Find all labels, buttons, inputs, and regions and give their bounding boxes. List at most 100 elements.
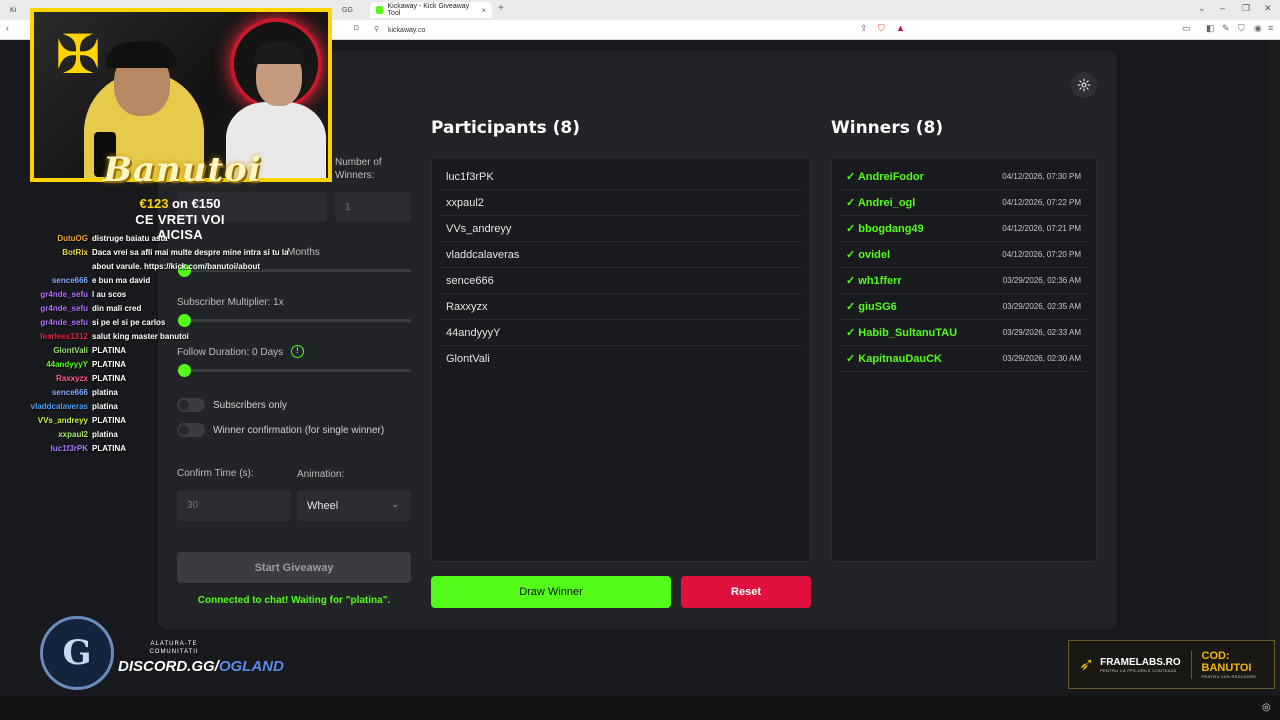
animation-select[interactable]: Wheel ⌄ (297, 490, 411, 521)
chat-message: GlontVali PLATINA (53, 346, 127, 355)
animation-label: Animation: (297, 469, 345, 480)
winner-name: ✓ wh1fferr (846, 275, 902, 287)
brave-shield-icon[interactable]: ⛉ (878, 23, 885, 34)
chat-message: 44andyyyY PLATINA (46, 360, 127, 369)
extensions-icon[interactable]: ✎ (1222, 23, 1230, 34)
settings-button[interactable] (1071, 72, 1097, 98)
kick-favicon-icon (376, 6, 384, 14)
chat-message: vladdcalaveras platina (30, 402, 118, 411)
winner-date: 04/12/2026, 07:21 PM (1002, 224, 1081, 233)
winner-row: ✓ giuSG6 03/29/2026, 02:35 AM (840, 294, 1088, 320)
chat-message: gr4nde_sefu din mali cred (40, 304, 142, 313)
winner-date: 03/29/2026, 02:35 AM (1002, 302, 1081, 311)
scrollbar[interactable] (1270, 40, 1280, 696)
divider (1190, 650, 1192, 679)
winner-row: ✓ Habib_SultanuTAU 03/29/2026, 02:33 AM (840, 320, 1088, 346)
cross-emblem-icon: ✠ (55, 25, 101, 85)
restore-button[interactable]: ❐ (1242, 3, 1250, 14)
donation-goal: €123 on €150 (139, 196, 221, 211)
bookmark-icon[interactable]: ⌑ (354, 23, 359, 34)
winner-date: 04/12/2026, 07:30 PM (1002, 172, 1081, 181)
participant-row: vladdcalaveras (440, 242, 802, 268)
number-of-winners-label: Number of Winners: (335, 157, 382, 181)
community-logo-icon: G (40, 616, 114, 690)
chat-message: fearless1312 salut king master banutoi (39, 332, 189, 341)
brave-rewards-icon[interactable]: ▲ (896, 23, 905, 33)
browser-tab[interactable]: GG (336, 2, 359, 18)
chat-message: VVs_andreyy PLATINA (37, 416, 127, 425)
sponsor-code: COD: BANUTOI (1201, 650, 1252, 674)
winner-row: ✓ bbogdang49 04/12/2026, 07:21 PM (840, 216, 1088, 242)
chat-message: sence666 e bun ma david (51, 276, 151, 285)
winner-row: ✓ KapitnauDauCK 03/29/2026, 02:30 AM (840, 346, 1088, 372)
chat-message: Raxxyzx PLATINA (55, 374, 127, 383)
tab-search-icon[interactable]: ⌄ (1198, 3, 1206, 14)
connection-status: Connected to chat! Waiting for "platina"… (197, 595, 391, 606)
back-icon[interactable]: ‹ (6, 23, 9, 33)
site-info-icon[interactable]: ⚲ (374, 25, 379, 33)
chat-message: gr4nde_sefu si pe el si pe carlos (40, 318, 166, 327)
chat-message: sence666 platina (51, 388, 118, 397)
sponsor-discount: PENTRU 10% REDUCERE (1201, 674, 1257, 679)
sponsor-banner: ➶ FRAMELABS.RO PENTRU CĂ FPS-URILE CONTE… (1068, 640, 1275, 689)
winner-name: ✓ ovidel (846, 249, 891, 261)
participants-title: Participants (8) (431, 118, 580, 138)
winner-name: ✓ Andrei_ogl (846, 197, 916, 209)
winners-title: Winners (8) (831, 118, 944, 138)
sponsor-name: FRAMELABS.RO (1100, 656, 1181, 668)
chat-message: DutuOG distruge baiatu asta (57, 234, 168, 243)
gear-icon (1077, 78, 1091, 92)
menu-icon[interactable]: ≡ (1268, 23, 1273, 33)
browser-tab[interactable]: Ki (4, 2, 22, 18)
share-icon[interactable]: ⇪ (860, 23, 868, 34)
participant-row: luc1f3rPK (440, 164, 802, 190)
browser-tab-active[interactable]: Kickaway - Kick Giveaway Tool × (370, 2, 492, 18)
chevron-down-icon: ⌄ (391, 499, 399, 509)
draw-winner-button[interactable]: Draw Winner (431, 576, 671, 608)
confirm-time-label: Confirm Time (s): (177, 468, 254, 479)
participant-row: GlontVali (446, 353, 490, 365)
new-tab-button[interactable]: + (498, 3, 504, 14)
discord-invite-caption: ALATURA-TE COMUNITATII (149, 641, 199, 655)
winner-row: ✓ AndreiFodor 04/12/2026, 07:30 PM (840, 164, 1088, 190)
participant-row: VVs_andreyy (440, 216, 802, 242)
winner-row: ✓ ovidel 04/12/2026, 07:20 PM (840, 242, 1088, 268)
start-giveaway-button[interactable]: Start Giveaway (177, 552, 411, 583)
winners-list: ✓ AndreiFodor 04/12/2026, 07:30 PM ✓ Andr… (831, 157, 1097, 562)
participant-row: 44andyyyY (440, 320, 802, 346)
streamer-logo-text: Banutoi (103, 150, 262, 190)
participant-row: xxpaul2 (440, 190, 802, 216)
discord-invite-link: DISCORD.GG/OGLAND (118, 658, 284, 675)
rocket-icon: ➶ (1079, 654, 1095, 674)
sidebar-icon[interactable]: ▭ (1182, 23, 1191, 34)
participant-row: sence666 (440, 268, 802, 294)
stream-chat: DutuOG distruge baiatu asta BotRix Daca vr… (0, 232, 300, 456)
wallet-icon[interactable]: ⛉ (1238, 23, 1245, 34)
confirm-time-input[interactable]: 30 (177, 490, 291, 521)
target-icon: ◎ (1262, 702, 1271, 713)
participants-list: luc1f3rPK xxpaul2 VVs_andreyy vladdcalav… (431, 157, 811, 562)
winner-date: 04/12/2026, 07:20 PM (1002, 250, 1081, 259)
winner-date: 03/29/2026, 02:33 AM (1002, 328, 1081, 337)
winner-row: ✓ wh1fferr 03/29/2026, 02:36 AM (840, 268, 1088, 294)
winner-row: ✓ Andrei_ogl 04/12/2026, 07:22 PM (840, 190, 1088, 216)
number-of-winners-input[interactable]: 1 (335, 192, 411, 222)
chat-message: BotRix Daca vrei sa afli mai multe despre… (62, 248, 289, 271)
url-field[interactable]: ⚲ kickaway.co (368, 23, 908, 37)
chat-message: gr4nde_sefu l au scos (40, 290, 127, 299)
reset-button[interactable]: Reset (681, 576, 811, 608)
winner-date: 03/29/2026, 02:36 AM (1002, 276, 1081, 285)
chat-message: xxpaul2 platina (58, 430, 118, 439)
winner-name: ✓ giuSG6 (846, 301, 897, 313)
vpn-icon[interactable]: ◉ (1254, 23, 1262, 34)
sponsor-tagline: PENTRU CĂ FPS-URILE CONTEAZĂ (1100, 667, 1177, 673)
winner-date: 03/29/2026, 02:30 AM (1002, 354, 1081, 363)
participant-row: Raxxyzx (440, 294, 802, 320)
close-tab-icon[interactable]: × (481, 6, 486, 15)
winner-date: 04/12/2026, 07:22 PM (1002, 198, 1081, 207)
minimize-button[interactable]: – (1220, 3, 1225, 13)
guest-hair (254, 42, 304, 64)
close-window-button[interactable]: ✕ (1264, 3, 1272, 14)
reader-icon[interactable]: ◧ (1206, 23, 1215, 34)
winner-name: ✓ bbogdang49 (846, 223, 924, 235)
